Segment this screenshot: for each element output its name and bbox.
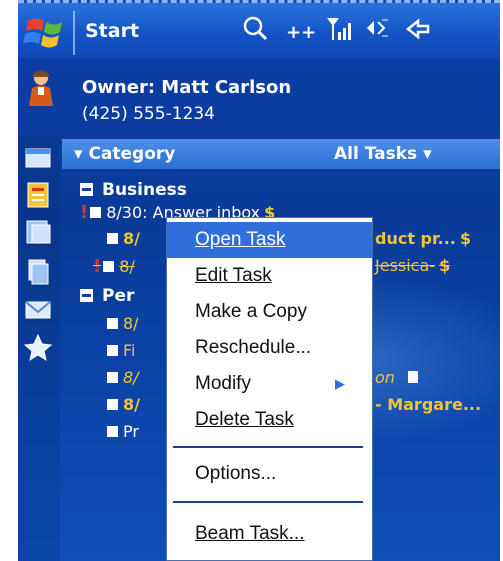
category-label: Category [88,144,176,164]
collapse-icon[interactable] [80,289,93,302]
context-menu: Open Task Edit Task Make a Copy Reschedu… [166,217,373,561]
favorites-app-icon[interactable] [23,333,53,363]
task-text: on [375,368,395,387]
topbar-divider [73,11,75,55]
group-label: Per [102,286,135,306]
group-label: Business [102,180,187,200]
signal-icon[interactable] [325,16,353,48]
filter-label: All Tasks [334,144,418,164]
task-row[interactable]: ! 8/ [93,256,135,278]
category-header: ▾ Category All Tasks ▾ [62,139,500,169]
task-checkbox[interactable] [90,207,102,218]
task-row-trailing[interactable]: duct pr... $ [375,229,471,251]
menu-item-edit-task[interactable]: Edit Task [167,258,372,294]
menu-separator [173,501,363,503]
menu-item-open-task[interactable]: Open Task [167,222,372,258]
task-row[interactable]: 8/ [107,368,139,390]
owner-avatar-icon [29,70,53,106]
menu-item-modify[interactable]: Modify ▶ [167,366,372,402]
tasks-app-icon[interactable] [23,180,53,210]
submenu-arrow-icon: ▶ [335,376,345,391]
task-row[interactable]: 8/ [107,229,140,251]
menu-item-label: Delete Task [195,409,294,430]
menu-item-options[interactable]: Options... [167,456,372,492]
connectivity-icon[interactable]: ++ [286,19,316,47]
task-text: duct pr... [375,229,456,248]
sync-icon[interactable] [402,16,432,48]
menu-item-reschedule[interactable]: Reschedule... [167,330,372,366]
task-row[interactable]: 8/ [107,395,140,417]
task-row[interactable]: Fi [107,341,135,363]
menu-item-label: Beam Task... [195,523,305,544]
high-priority-icon: ! [80,202,89,223]
task-text: 8/ [123,314,139,333]
messaging-app-icon[interactable] [23,295,53,325]
high-priority-icon: ! [93,256,102,277]
owner-name: Owner: Matt Carlson [82,77,292,98]
task-text: Pr [123,422,139,441]
task-text: 8/ [123,229,140,248]
task-checkbox[interactable] [107,318,118,329]
task-row-trailing[interactable]: - Margare... [375,395,481,417]
menu-item-beam-task[interactable]: Beam Task... [167,516,372,552]
volume-icon[interactable] [362,16,390,48]
task-checkbox[interactable] [107,399,118,410]
task-checkbox[interactable] [107,233,118,244]
task-checkbox-checked[interactable] [103,261,115,272]
task-row[interactable]: 8/ [107,314,139,336]
owner-phone: (425) 555-1234 [82,104,215,124]
pocket-pc-screen: Start ++ Owner: Matt Carlson (425) 555-1… [18,0,500,561]
category-sort-header[interactable]: ▾ Category [74,144,175,164]
menu-item-label: Open Task [195,229,286,250]
contacts-app-icon[interactable] [23,217,53,247]
filter-dropdown[interactable]: All Tasks ▾ [334,144,432,164]
task-text: Fi [123,341,136,360]
recurring-icon: $ [439,256,451,275]
search-icon[interactable] [243,16,269,48]
task-checkbox[interactable] [107,345,118,356]
menu-separator [173,446,363,448]
task-row-trailing[interactable]: on [375,368,419,390]
task-row[interactable]: Pr [107,422,139,444]
menu-item-delete-task[interactable]: Delete Task [167,402,372,438]
app-bar [18,135,60,561]
task-checkbox[interactable] [107,426,118,437]
windows-flag-icon[interactable] [22,13,70,53]
note-icon [408,371,419,383]
menu-item-label: Reschedule... [195,337,312,358]
task-checkbox[interactable] [107,372,118,383]
calendar-app-icon[interactable] [23,143,53,173]
task-text: - Margare... [375,395,482,414]
recurring-icon: $ [459,229,471,248]
task-text: 8/ [123,368,139,387]
notes-app-icon[interactable] [23,257,53,287]
menu-item-label: Modify [195,373,251,394]
start-button[interactable]: Start [85,20,139,42]
menu-item-make-copy[interactable]: Make a Copy [167,294,372,330]
start-bar: Start ++ [18,0,500,58]
group-business[interactable]: Business [80,180,187,200]
group-personal[interactable]: Per [80,286,134,306]
task-row-trailing[interactable]: Jessica- $ [375,256,450,278]
menu-item-label: Make a Copy [195,301,307,322]
task-text: 8/ [119,257,135,276]
task-text: Jessica- [375,256,436,275]
task-text: 8/ [123,395,140,414]
menu-item-label: Options... [195,463,277,484]
menu-item-label: Edit Task [195,265,272,286]
collapse-icon[interactable] [80,183,93,196]
